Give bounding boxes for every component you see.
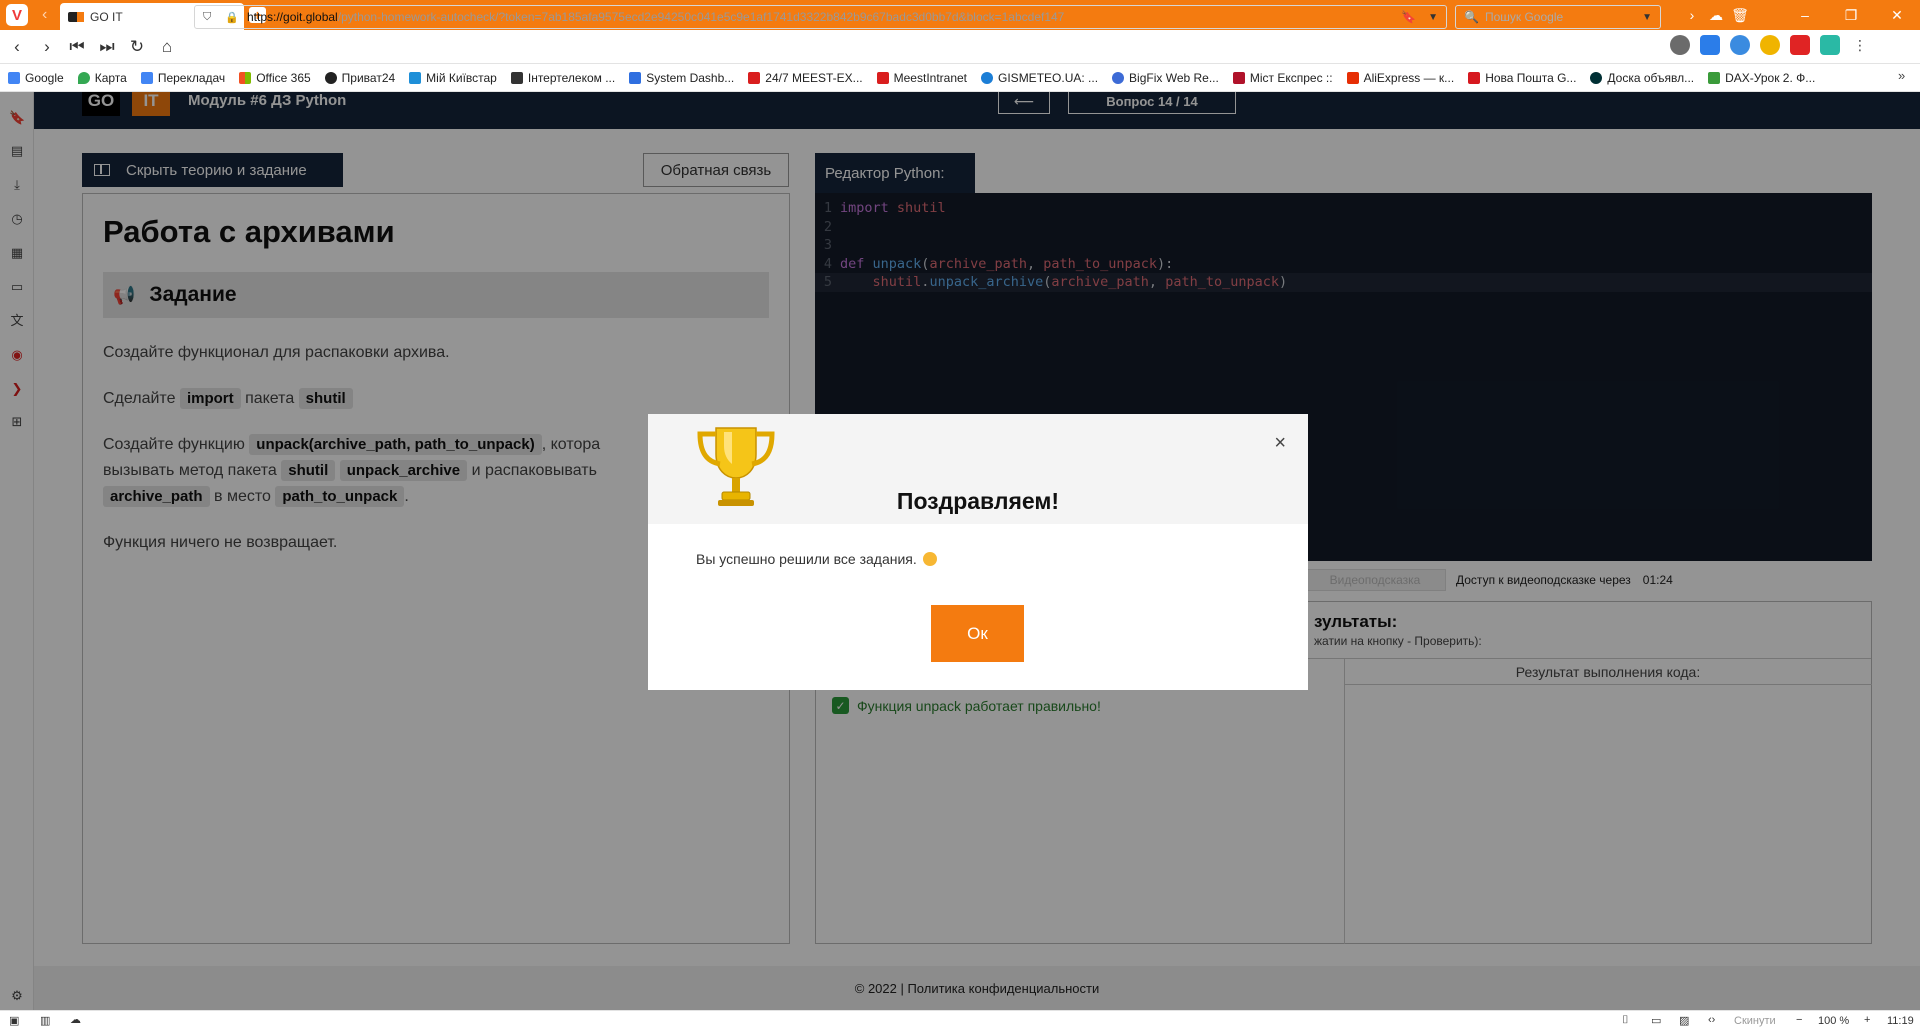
smile-emoji-icon bbox=[922, 552, 937, 566]
images-icon[interactable]: ▨ bbox=[1679, 1014, 1689, 1027]
reload-icon[interactable]: ↻ bbox=[124, 34, 150, 60]
bookmark-item[interactable]: Міст Експрес :: bbox=[1232, 71, 1333, 85]
cloud-sync-icon[interactable]: ☁ bbox=[1704, 7, 1728, 24]
profile-avatar[interactable] bbox=[1670, 35, 1690, 55]
congrats-modal: Поздравляем! × Вы успешно решили все зад… bbox=[648, 414, 1308, 690]
page-tiling-icon[interactable]: ▭ bbox=[1651, 1014, 1661, 1027]
modal-body-text: Вы успешно решили все задания. bbox=[696, 551, 917, 567]
tab-history-back-icon[interactable]: ‹ bbox=[42, 6, 60, 24]
back-icon[interactable]: ‹ bbox=[4, 34, 30, 60]
bookmark-page-icon[interactable]: 🔖 bbox=[1401, 10, 1416, 24]
bookmarks-overflow-icon[interactable]: » bbox=[1898, 68, 1905, 83]
search-placeholder: Пошук Google bbox=[1484, 10, 1564, 24]
bookmark-item[interactable]: BigFix Web Re... bbox=[1112, 71, 1219, 85]
rewind-icon[interactable]: ⏮ bbox=[64, 34, 90, 60]
address-toolbar: ‹ › ⏮ ⏭ ↻ ⌂ bbox=[0, 30, 1920, 64]
url-field[interactable]: ⛉ 🔒 https://goit.global/python-homework-… bbox=[194, 5, 1447, 29]
clock: 11:19 bbox=[1887, 1015, 1914, 1027]
reset-zoom[interactable]: Скинути bbox=[1734, 1015, 1776, 1027]
zoom-level: 100 % bbox=[1818, 1015, 1850, 1027]
modal-title: Поздравляем! bbox=[896, 488, 1060, 514]
bookmark-item[interactable]: DAX-Урок 2. Ф... bbox=[1708, 71, 1815, 85]
bookmark-item[interactable]: Office 365 bbox=[239, 71, 311, 85]
close-icon[interactable]: × bbox=[1274, 432, 1286, 455]
extension-icon-5[interactable] bbox=[1820, 35, 1840, 55]
close-window-icon[interactable]: ✕ bbox=[1874, 7, 1920, 24]
fast-forward-icon[interactable]: ⏭ bbox=[94, 34, 120, 60]
vivaldi-menu-icon[interactable]: V bbox=[6, 4, 28, 26]
url-host: https://goit.global bbox=[247, 10, 338, 24]
home-icon[interactable]: ⌂ bbox=[154, 34, 180, 60]
more-menu-icon[interactable]: ⋮ bbox=[1850, 35, 1870, 55]
extension-icon-3[interactable] bbox=[1760, 35, 1780, 55]
zoom-in-icon[interactable]: + bbox=[1864, 1014, 1870, 1026]
bookmark-item[interactable]: Мій Київстар bbox=[409, 71, 497, 85]
forward-icon[interactable]: › bbox=[34, 34, 60, 60]
tab-scroll-icon[interactable]: › bbox=[1680, 7, 1704, 23]
search-engine-dropdown-icon[interactable]: ▼ bbox=[1642, 12, 1652, 23]
extension-icon-4[interactable] bbox=[1790, 35, 1810, 55]
panel-toggle-icon[interactable]: ▣ bbox=[9, 1014, 19, 1027]
modal-message: Вы успешно решили все задания. bbox=[696, 551, 937, 567]
bookmark-item[interactable]: Нова Пошта G... bbox=[1468, 71, 1576, 85]
extension-icon-1[interactable] bbox=[1700, 35, 1720, 55]
ok-button[interactable]: Ок bbox=[931, 605, 1024, 662]
bookmark-item[interactable]: Карта bbox=[77, 71, 127, 85]
shield-icon[interactable]: ⛉ bbox=[203, 11, 217, 24]
extension-icons: ⋮ bbox=[1670, 35, 1870, 55]
goit-favicon-icon bbox=[68, 11, 84, 22]
bookmark-item[interactable]: AliExpress — к... bbox=[1346, 71, 1454, 85]
minimize-icon[interactable]: – bbox=[1782, 7, 1828, 23]
bookmark-item[interactable]: Доска объявл... bbox=[1590, 71, 1694, 85]
window-controls: – ❐ ✕ bbox=[1782, 0, 1920, 30]
tab-title: GO IT bbox=[90, 9, 123, 24]
bookmark-item[interactable]: MeestIntranet bbox=[876, 71, 967, 85]
extension-icon-2[interactable] bbox=[1730, 35, 1750, 55]
zoom-out-icon[interactable]: − bbox=[1796, 1014, 1802, 1026]
modal-header: Поздравляем! × bbox=[648, 414, 1308, 524]
search-input[interactable]: 🔍 Пошук Google ▼ bbox=[1455, 5, 1661, 29]
bookmark-item[interactable]: Приват24 bbox=[324, 71, 395, 85]
bookmark-item[interactable]: GISMETEO.UA: ... bbox=[981, 71, 1098, 85]
sync-cloud-icon[interactable]: ☁ bbox=[70, 1013, 81, 1026]
bookmark-item[interactable]: System Dashb... bbox=[629, 71, 734, 85]
search-icon: 🔍 bbox=[1464, 10, 1479, 24]
bookmark-item[interactable]: Перекладач bbox=[140, 71, 225, 85]
url-path: /python-homework-autocheck/?token=7ab185… bbox=[337, 10, 1065, 24]
tabbar-extra-icons: › ☁ 🗑 bbox=[1680, 0, 1752, 30]
url-dropdown-icon[interactable]: ▼ bbox=[1428, 12, 1438, 23]
bookmark-item[interactable]: Google bbox=[8, 71, 64, 85]
bookmark-item[interactable]: Інтертелеком ... bbox=[510, 71, 615, 85]
lock-icon[interactable]: 🔒 bbox=[225, 11, 239, 24]
page-actions-icon[interactable]: ‹› bbox=[1708, 1014, 1715, 1026]
restore-icon[interactable]: ❐ bbox=[1828, 7, 1874, 24]
bookmark-item[interactable]: 24/7 MEEST-EX... bbox=[748, 71, 863, 85]
bookmarks-bar: Google Карта Перекладач Office 365 Прива… bbox=[0, 64, 1920, 92]
capture-icon[interactable]: ⌷ bbox=[1622, 1014, 1629, 1027]
browser-statusbar: ▣ ▥ ☁ ⌷ ▭ ▨ ‹› Скинути − 100 % + 11:19 bbox=[0, 1010, 1920, 1032]
tab-tiling-icon[interactable]: ▥ bbox=[40, 1014, 50, 1027]
trash-icon[interactable]: 🗑 bbox=[1728, 7, 1752, 24]
